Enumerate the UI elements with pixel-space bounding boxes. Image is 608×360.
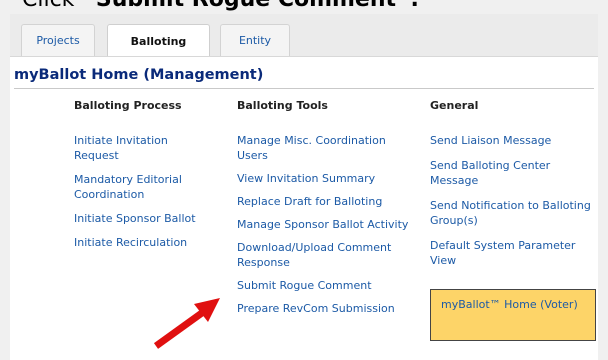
column-balloting-tools: Manage Misc. Coordination Users View Inv… [237,133,412,324]
page-title: myBallot Home (Management) [14,67,264,83]
link-initiate-invitation-request[interactable]: Initiate Invitation Request [74,133,214,163]
link-manage-misc-coordination-users[interactable]: Manage Misc. Coordination Users [237,133,412,163]
title-divider [14,88,594,89]
voter-home-label: myBallot™ Home (Voter) [441,298,578,311]
tab-entity[interactable]: Entity [220,24,290,56]
column-balloting-process: Initiate Invitation Request Mandatory Ed… [74,133,214,259]
tab-projects[interactable]: Projects [21,24,95,56]
link-send-notification-to-balloting-groups[interactable]: Send Notification to Balloting Group(s) [430,198,598,228]
instruction-prefix: Click [22,0,81,12]
instruction-target: “Submit Rogue Comment”. [81,0,418,12]
link-prepare-revcom-submission[interactable]: Prepare RevCom Submission [237,301,412,316]
link-default-system-parameter-view[interactable]: Default System Parameter View [430,238,598,268]
link-view-invitation-summary[interactable]: View Invitation Summary [237,171,412,186]
main-panel: myBallot Home (Management) Balloting Pro… [10,56,598,360]
link-initiate-sponsor-ballot[interactable]: Initiate Sponsor Ballot [74,211,214,226]
link-send-liaison-message[interactable]: Send Liaison Message [430,133,598,148]
link-send-balloting-center-message[interactable]: Send Balloting Center Message [430,158,598,188]
link-initiate-recirculation[interactable]: Initiate Recirculation [74,235,214,250]
column-general: Send Liaison Message Send Balloting Cent… [430,133,598,278]
heading-balloting-process: Balloting Process [74,99,182,112]
link-submit-rogue-comment[interactable]: Submit Rogue Comment [237,278,412,293]
link-download-upload-comment-response[interactable]: Download/Upload Comment Response [237,240,412,270]
link-manage-sponsor-ballot-activity[interactable]: Manage Sponsor Ballot Activity [237,217,412,232]
mybballot-voter-home-button[interactable]: myBallot™ Home (Voter) [430,289,596,341]
heading-balloting-tools: Balloting Tools [237,99,328,112]
tab-balloting[interactable]: Balloting [107,24,210,57]
instruction-caption: Click “Submit Rogue Comment”. [22,0,419,12]
link-mandatory-editorial-coordination[interactable]: Mandatory Editorial Coordination [74,172,214,202]
heading-general: General [430,99,479,112]
link-replace-draft-for-balloting[interactable]: Replace Draft for Balloting [237,194,412,209]
tab-bar: Projects Balloting Entity [10,14,598,57]
